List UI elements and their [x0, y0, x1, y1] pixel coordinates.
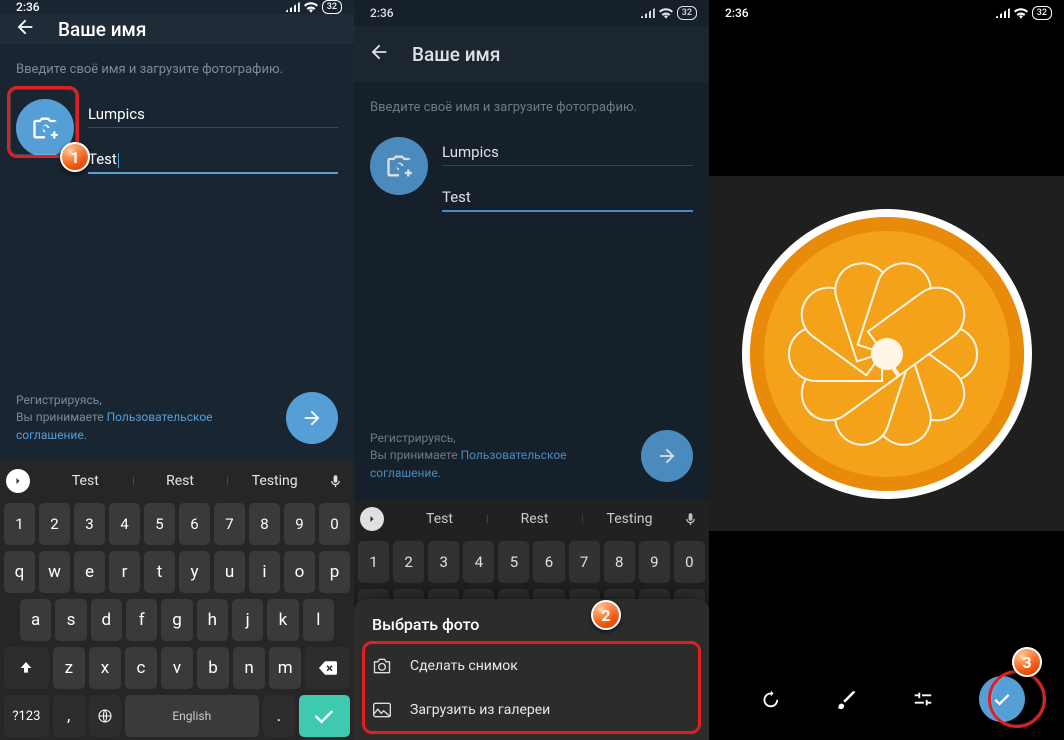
key[interactable]: o [284, 551, 315, 593]
crop-preview-circle [742, 209, 1032, 499]
key[interactable]: t [144, 551, 175, 593]
next-button[interactable] [286, 392, 338, 444]
marker-2: 2 [591, 600, 621, 630]
battery-indicator: 32 [322, 0, 342, 14]
last-name-input[interactable]: Test [88, 146, 338, 174]
key[interactable]: n [233, 647, 265, 689]
backspace-icon [319, 661, 337, 675]
comma-key[interactable]: , [53, 695, 85, 737]
signal-icon [286, 2, 300, 12]
key[interactable]: e [74, 551, 105, 593]
period-key[interactable]: . [263, 695, 295, 737]
wifi-icon [304, 2, 318, 13]
terms-text: Регистрируясь, Вы принимаете Пользовател… [16, 392, 272, 444]
draw-button[interactable] [825, 678, 867, 720]
key[interactable]: c [125, 647, 157, 689]
key[interactable]: q [4, 551, 35, 593]
confirm-crop-button[interactable] [979, 676, 1025, 722]
name-form: Введите своё имя и загрузите фотографию.… [0, 44, 354, 462]
lang-key[interactable] [89, 695, 121, 737]
key[interactable]: x [89, 647, 121, 689]
key[interactable]: k [267, 599, 298, 641]
check-icon [992, 689, 1012, 709]
key[interactable]: f [126, 599, 157, 641]
header: Ваше имя [0, 14, 354, 44]
arrow-right-icon [301, 407, 323, 429]
rotate-icon [758, 688, 780, 710]
crop-toolbar [709, 676, 1064, 722]
space-key[interactable]: English [125, 695, 259, 737]
key[interactable]: m [269, 647, 301, 689]
shift-key[interactable] [4, 647, 49, 689]
key[interactable]: 6 [179, 503, 210, 545]
key[interactable]: j [232, 599, 263, 641]
key[interactable]: 7 [214, 503, 245, 545]
marker-3: 3 [1012, 647, 1042, 677]
signal-icon [996, 8, 1010, 18]
key[interactable]: s [55, 599, 86, 641]
key[interactable]: p [319, 551, 350, 593]
key[interactable]: 8 [249, 503, 280, 545]
key[interactable]: w [39, 551, 70, 593]
wifi-icon [1014, 8, 1028, 19]
key[interactable]: 5 [144, 503, 175, 545]
photo-picker-sheet: Выбрать фото Сделать снимок Загрузить из… [354, 599, 709, 740]
suggestion-expand-icon[interactable] [6, 469, 30, 493]
key[interactable]: 3 [74, 503, 105, 545]
phone-1: 2:36 32 Ваше имя Введите своё имя и загр… [0, 0, 354, 740]
key[interactable]: d [91, 599, 122, 641]
marker-1: 1 [60, 142, 90, 172]
status-time: 2:36 [16, 0, 40, 14]
mic-icon[interactable] [322, 474, 348, 489]
backspace-key[interactable] [305, 647, 350, 689]
key[interactable]: i [249, 551, 280, 593]
globe-icon [97, 708, 113, 724]
key[interactable]: u [214, 551, 245, 593]
key[interactable]: v [161, 647, 193, 689]
phone-2: 2:36 32 Ваше имя Введите своё имя и загр… [354, 0, 709, 740]
brush-icon [835, 688, 857, 710]
back-button[interactable] [14, 16, 36, 42]
key[interactable]: 2 [39, 503, 70, 545]
battery-indicator: 32 [1032, 6, 1052, 20]
key[interactable]: g [161, 599, 192, 641]
key[interactable]: l [303, 599, 334, 641]
suggestion-2[interactable]: Rest [133, 473, 228, 489]
key[interactable]: h [197, 599, 228, 641]
highlight-sheet-options [362, 641, 701, 734]
status-bar: 2:36 32 [709, 0, 1064, 26]
camera-plus-icon [31, 114, 59, 142]
rotate-button[interactable] [748, 678, 790, 720]
crop-area[interactable] [709, 176, 1064, 531]
form-hint: Введите своё имя и загрузите фотографию. [16, 62, 338, 77]
key[interactable]: b [197, 647, 229, 689]
shift-icon [18, 660, 34, 676]
key[interactable]: 9 [284, 503, 315, 545]
key[interactable]: a [20, 599, 51, 641]
sliders-icon [912, 688, 934, 710]
check-icon [314, 708, 334, 724]
keyboard-suggestion-bar: Test Rest Testing [0, 462, 354, 500]
status-time: 2:36 [725, 6, 749, 20]
key[interactable]: 4 [109, 503, 140, 545]
keyboard: Test Rest Testing 1234567890 qwertyuiop … [0, 462, 354, 740]
suggestion-3[interactable]: Testing [227, 473, 322, 489]
sheet-title: Выбрать фото [354, 615, 709, 644]
first-name-input[interactable]: Lumpics [88, 101, 338, 128]
key[interactable]: r [109, 551, 140, 593]
symbols-key[interactable]: ?123 [4, 695, 49, 737]
suggestion-1[interactable]: Test [38, 473, 133, 489]
enter-key[interactable] [299, 695, 350, 737]
status-bar: 2:36 32 [0, 0, 354, 14]
adjust-button[interactable] [902, 678, 944, 720]
key[interactable]: y [179, 551, 210, 593]
key[interactable]: 1 [4, 503, 35, 545]
orange-image [750, 217, 1024, 491]
header-title: Ваше имя [58, 18, 146, 41]
key[interactable]: 0 [319, 503, 350, 545]
phone-3: 2:36 32 [709, 0, 1064, 740]
key[interactable]: z [53, 647, 85, 689]
